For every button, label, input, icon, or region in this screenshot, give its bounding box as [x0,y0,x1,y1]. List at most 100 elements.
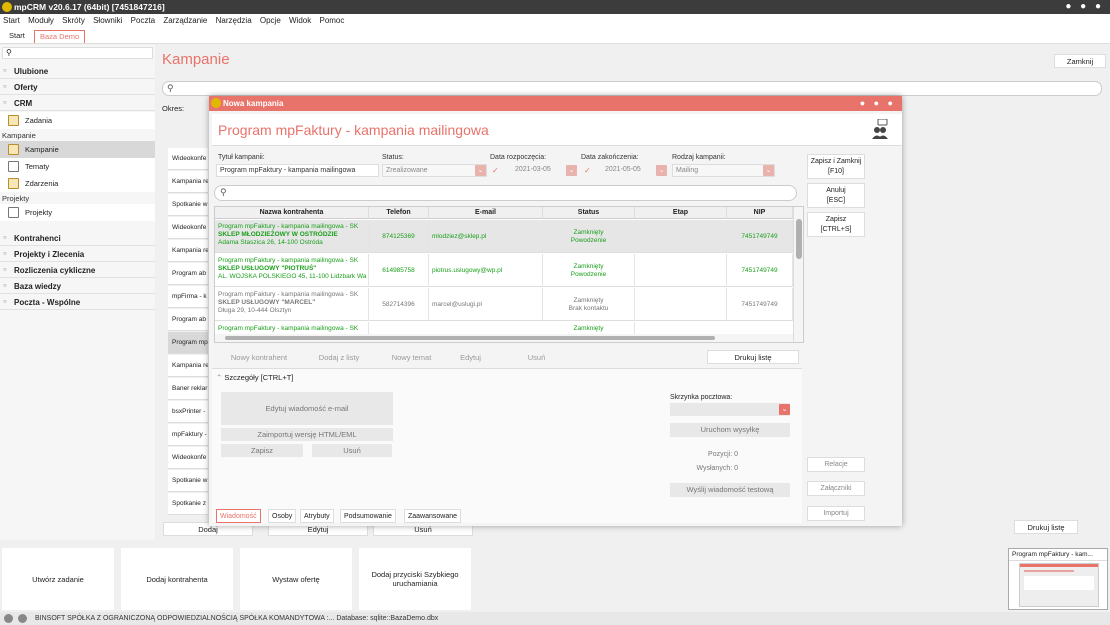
list-item[interactable]: mpFaktury - [168,424,208,446]
sidebar-item-kampanie[interactable]: Kampanie [0,141,155,158]
tile-issue-offer[interactable]: Wystaw ofertę [240,548,352,610]
tab-attributes[interactable]: Atrybuty [300,509,334,523]
menu-poczta[interactable]: Poczta [131,16,155,25]
end-date-field[interactable]: 2021-05-05 [602,164,662,177]
list-item[interactable]: Spotkanie w [168,194,208,216]
column-header[interactable]: Nazwa kontrahenta [215,207,369,219]
menu-zarzadzanie[interactable]: Zarządzanie [163,16,207,25]
import-button[interactable]: Importuj [807,506,865,521]
tab-persons[interactable]: Osoby [268,509,297,523]
tab-start[interactable]: Start [4,30,30,43]
list-item[interactable]: Spotkanie z [168,493,208,515]
chevron-down-icon[interactable]: ⌄ [566,165,577,176]
column-header[interactable]: Status [543,207,635,219]
list-item[interactable]: Program ab [168,263,208,285]
run-sending-button[interactable]: Uruchom wysyłkę [670,423,790,437]
save-close-button[interactable]: Zapisz i Zamknij [F10] [807,154,865,179]
close-button[interactable]: Zamknij [1054,54,1106,68]
list-item[interactable]: Baner reklar [168,378,208,400]
list-item[interactable]: Spotkanie w [168,470,208,492]
list-item[interactable]: Kampania re [168,355,208,377]
sidebar-item-projekty[interactable]: Projekty [0,204,155,221]
list-item[interactable]: Program mp [168,332,208,354]
menu-pomoc[interactable]: Pomoc [319,16,344,25]
print-list-button[interactable]: Drukuj listę [1014,520,1078,534]
column-header[interactable]: NIP [727,207,793,219]
sidebar-group-crm[interactable]: CRM [0,96,155,111]
chevron-down-icon[interactable]: ⌄ [475,165,486,176]
chevron-down-icon[interactable]: ⌄ [763,165,774,176]
add-from-list-button[interactable]: Dodaj z listy [304,351,374,365]
check-icon[interactable]: ✓ [492,166,499,175]
sidebar-group-oferty[interactable]: Oferty [0,80,155,95]
sidebar-group-baza-wiedzy[interactable]: Baza wiedzy [0,279,155,294]
scrollbar-thumb[interactable] [796,219,802,259]
tab-message[interactable]: Wiadomość [216,509,261,523]
attachments-button[interactable]: Załączniki [807,481,865,496]
window-preview-thumbnail[interactable]: Program mpFaktury - kam... [1008,548,1108,610]
tile-add-contractor[interactable]: Dodaj kontrahenta [121,548,233,610]
horizontal-scrollbar[interactable] [215,334,793,342]
edit-email-button[interactable]: Edytuj wiadomość e-mail [221,392,393,425]
menu-narzedzia[interactable]: Narzędzia [216,16,252,25]
window-menu-dots-icon[interactable]: ● ● ● [1065,0,1104,14]
remove-button[interactable]: Usuń [509,351,564,365]
sidebar-item-zadania[interactable]: Zadania [0,112,155,129]
chevron-down-icon[interactable]: ⌄ [779,404,790,415]
status-select[interactable]: Zrealizowane [382,164,487,177]
list-item[interactable]: bsxPrinter - [168,401,208,423]
table-row[interactable]: Program mpFaktury - kampania mailingowa … [215,288,793,321]
save-button[interactable]: Zapisz [CTRL+S] [807,212,865,237]
sidebar-group-kontrahenci[interactable]: Kontrahenci [0,231,155,246]
menu-widok[interactable]: Widok [289,16,311,25]
send-test-button[interactable]: Wyślij wiadomość testową [670,483,790,497]
sidebar-search-input[interactable]: ⚲ [2,47,153,59]
vertical-scrollbar[interactable] [793,207,803,342]
relations-button[interactable]: Relacje [807,457,865,472]
menu-start[interactable]: Start [3,16,20,25]
list-item[interactable]: Wideokonfe [168,217,208,239]
tab-baza-demo[interactable]: Baza Demo [34,30,86,43]
save-message-button[interactable]: Zapisz [221,444,303,457]
sidebar-group-poczta[interactable]: Poczta - Wspólne [0,295,155,310]
import-html-button[interactable]: Zaimportuj wersję HTML/EML [221,428,393,441]
details-toggle[interactable]: ⌃ Szczegóły [CTRL+T] [216,373,293,382]
list-item[interactable]: Program ab [168,309,208,331]
menu-moduly[interactable]: Moduły [28,16,54,25]
edit-button[interactable]: Edytuj [439,351,502,365]
remove-message-button[interactable]: Usuń [312,444,392,457]
list-item[interactable]: Wideokonfe [168,148,208,170]
tile-create-task[interactable]: Utwórz zadanie [2,548,114,610]
dialog-menu-dots-icon[interactable]: ● ● ● [860,96,896,111]
list-item[interactable]: Kampania re [168,240,208,262]
menu-opcje[interactable]: Opcje [260,16,281,25]
list-item[interactable]: Wideokonfe [168,447,208,469]
menu-slowniki[interactable]: Słowniki [93,16,122,25]
cancel-button[interactable]: Anuluj [ESC] [807,183,865,208]
campaign-type-select[interactable]: Mailing [672,164,775,177]
dialog-search-input[interactable]: ⚲ [214,185,797,201]
tile-add-shortcuts[interactable]: Dodaj przyciski Szybkiego uruchamiania [359,548,471,610]
check-icon[interactable]: ✓ [584,166,591,175]
sidebar-group-rozliczenia[interactable]: Rozliczenia cykliczne [0,263,155,278]
column-header[interactable]: Telefon [369,207,429,219]
new-topic-button[interactable]: Nowy temat [379,351,444,365]
menu-skroty[interactable]: Skróty [62,16,85,25]
main-search-input[interactable]: ⚲ [162,81,1102,96]
sidebar-item-zdarzenia[interactable]: Zdarzenia [0,175,155,192]
scrollbar-thumb[interactable] [225,336,715,340]
sidebar-group-projekty-zlecenia[interactable]: Projekty i Zlecenia [0,247,155,262]
new-contractor-button[interactable]: Nowy kontrahent [221,351,297,365]
table-row[interactable]: Program mpFaktury - kampania mailingowa … [215,254,793,287]
tab-advanced[interactable]: Zaawansowane [404,509,462,523]
list-item[interactable]: mpFirma - k [168,286,208,308]
table-row[interactable]: Program mpFaktury - kampania mailingowa … [215,220,793,253]
list-item[interactable]: Kampania re [168,171,208,193]
print-list-button[interactable]: Drukuj listę [707,350,799,364]
column-header[interactable]: E-mail [429,207,543,219]
chevron-down-icon[interactable]: ⌄ [656,165,667,176]
sidebar-group-ulubione[interactable]: Ulubione [0,64,155,79]
sidebar-item-tematy[interactable]: Tematy [0,158,155,175]
tab-summary[interactable]: Podsumowanie [340,509,396,523]
column-header[interactable]: Etap [635,207,727,219]
